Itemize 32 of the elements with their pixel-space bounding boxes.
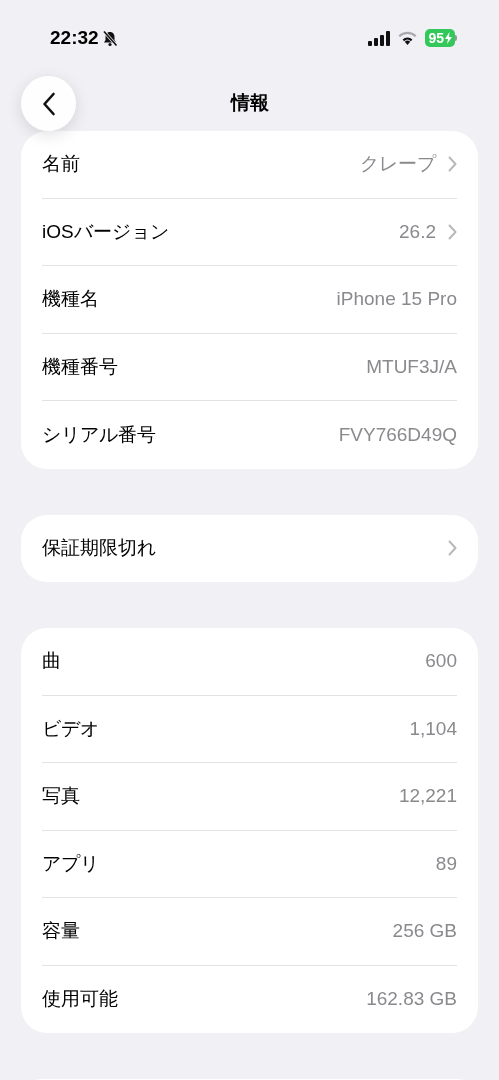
row-label: 保証期限切れ <box>42 536 156 560</box>
row-value: FVY766D49Q <box>338 422 457 447</box>
row-label: 名前 <box>42 152 80 176</box>
row-value: 89 <box>435 851 457 876</box>
row-value: 256 GB <box>392 919 457 943</box>
row-value: 1,104 <box>409 716 457 741</box>
status-time: 22:32 <box>50 25 99 50</box>
row-label: 容量 <box>42 919 80 943</box>
row-label: 機種番号 <box>42 354 118 379</box>
row-value: クレープ <box>360 152 436 176</box>
battery-indicator: 95 <box>425 29 455 47</box>
row-value: 600 <box>425 649 457 673</box>
row-label: iOSバージョン <box>42 219 169 244</box>
chevron-right-icon[interactable] <box>448 540 457 557</box>
row-label: 曲 <box>42 649 61 673</box>
chevron-right-icon[interactable] <box>448 156 457 173</box>
row-value: 26.2 <box>399 219 436 244</box>
row-label: 使用可能 <box>42 987 118 1011</box>
row-value: 162.83 GB <box>366 987 457 1011</box>
row-value: 12,221 <box>398 784 457 808</box>
row-label: アプリ <box>42 851 99 876</box>
row-label: 写真 <box>42 784 80 808</box>
wifi-icon <box>398 31 418 45</box>
signal-icon <box>368 30 391 46</box>
row-label: シリアル番号 <box>42 422 156 447</box>
chevron-right-icon[interactable] <box>448 223 457 240</box>
back-chevron-icon <box>41 91 56 116</box>
row-label: ビデオ <box>42 716 99 741</box>
page-title: 情報 <box>230 90 269 115</box>
row-label: 機種名 <box>42 287 99 311</box>
row-value: iPhone 15 Pro <box>336 287 457 311</box>
row-value: MTUF3J/A <box>366 354 457 379</box>
